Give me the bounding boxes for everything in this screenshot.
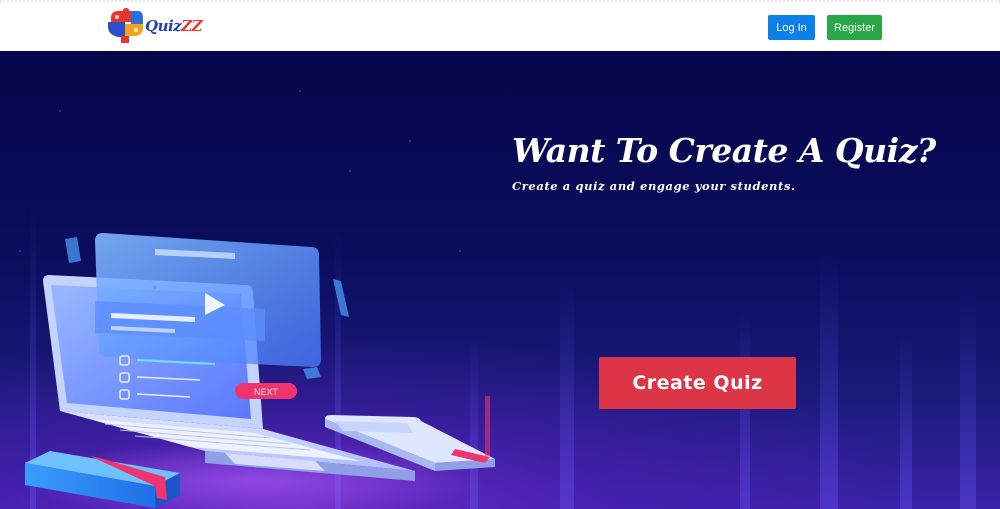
hero-subtitle: Create a quiz and engage your students.: [512, 179, 796, 193]
login-button[interactable]: Log In: [768, 15, 815, 40]
logo[interactable]: QuizZZ: [105, 8, 215, 44]
next-label: NEXT: [254, 387, 279, 397]
logo-text-accent: ZZ: [181, 17, 203, 35]
hero-section: Want To Create A Quiz? Create a quiz and…: [0, 51, 1000, 509]
register-button[interactable]: Register: [827, 15, 882, 40]
puzzle-brain-icon: [108, 8, 143, 43]
next-button-graphic: NEXT: [235, 383, 297, 399]
logo-text: QuizZZ: [145, 17, 203, 35]
laptop-quiz-illustration: NEXT: [25, 233, 495, 509]
navbar: QuizZZ Log In Register: [0, 0, 1000, 51]
logo-text-main: Quiz: [145, 17, 182, 35]
hero-title: Want To Create A Quiz?: [512, 131, 936, 170]
create-quiz-button[interactable]: Create Quiz: [599, 357, 796, 409]
